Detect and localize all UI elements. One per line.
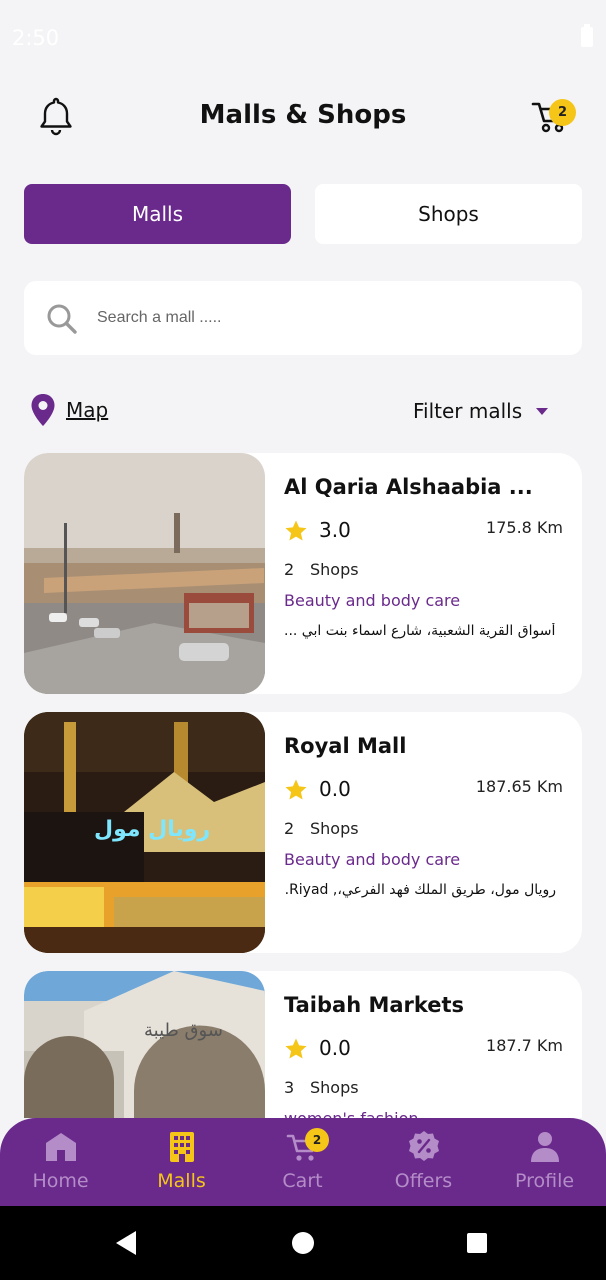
recent-apps-icon[interactable] bbox=[467, 1233, 487, 1253]
mall-rating: 0.0 bbox=[319, 1036, 351, 1060]
nav-offers[interactable]: Offers bbox=[363, 1118, 484, 1206]
mall-card[interactable]: رويال مول Royal Mall 0.0 187.65 Km 2 Sho… bbox=[24, 712, 582, 953]
mall-rating: 0.0 bbox=[319, 777, 351, 801]
shops-label: Shops bbox=[310, 1078, 359, 1097]
star-icon bbox=[285, 520, 307, 541]
discount-badge-icon bbox=[409, 1131, 439, 1161]
app-header: Malls & Shops bbox=[0, 90, 606, 146]
filter-label: Filter malls bbox=[413, 399, 523, 423]
cart-count-badge: 2 bbox=[549, 99, 576, 126]
mall-address: أسواق القرية الشعبية، شارع اسماء بنت ابي… bbox=[284, 623, 556, 639]
map-link[interactable]: Map bbox=[30, 393, 108, 427]
system-nav-bar bbox=[0, 1206, 606, 1280]
mall-distance: 187.7 Km bbox=[486, 1036, 563, 1055]
mall-address: رويال مول، طريق الملك فهد الفرعي،, Riyad… bbox=[284, 882, 556, 898]
bottom-nav: Home Malls 2 Cart Offers Profile bbox=[0, 1118, 606, 1206]
star-icon bbox=[285, 1038, 307, 1059]
mall-category: Beauty and body care bbox=[284, 591, 461, 610]
mall-card[interactable]: Al Qaria Alshaabia ... 3.0 175.8 Km 2 Sh… bbox=[24, 453, 582, 694]
shop-count: 2 bbox=[284, 819, 295, 838]
cart-badge: 2 bbox=[305, 1128, 329, 1152]
star-icon bbox=[285, 779, 307, 800]
page-title: Malls & Shops bbox=[199, 100, 407, 130]
shops-label: Shops bbox=[310, 560, 359, 579]
nav-home[interactable]: Home bbox=[0, 1118, 121, 1206]
back-icon[interactable] bbox=[116, 1231, 136, 1255]
search-icon bbox=[47, 304, 77, 334]
home-button-icon[interactable] bbox=[292, 1232, 314, 1254]
nav-offers-label: Offers bbox=[394, 1170, 453, 1192]
mall-image bbox=[24, 453, 265, 694]
shop-count: 3 bbox=[284, 1078, 295, 1097]
shop-count: 2 bbox=[284, 560, 295, 579]
mall-card[interactable]: سوق طيبة Taibah Markets 0.0 187.7 Km 3 S… bbox=[24, 971, 582, 1118]
mall-image: رويال مول bbox=[24, 712, 265, 953]
tab-shops[interactable]: Shops bbox=[315, 184, 582, 244]
nav-cart-label: Cart bbox=[282, 1170, 323, 1192]
mall-category: Beauty and body care bbox=[284, 850, 461, 869]
svg-text:رويال مول: رويال مول bbox=[94, 817, 210, 842]
mall-rating: 3.0 bbox=[319, 518, 351, 542]
svg-text:سوق طيبة: سوق طيبة bbox=[144, 1020, 223, 1041]
nav-cart[interactable]: 2 Cart bbox=[242, 1118, 363, 1206]
tab-malls[interactable]: Malls bbox=[24, 184, 291, 244]
mall-distance: 175.8 Km bbox=[486, 518, 563, 537]
mall-image: سوق طيبة bbox=[24, 971, 265, 1118]
mall-name: Royal Mall bbox=[284, 734, 407, 758]
nav-malls[interactable]: Malls bbox=[121, 1118, 242, 1206]
map-pin-icon bbox=[31, 394, 55, 426]
mall-category: women's fashion bbox=[284, 1109, 419, 1118]
nav-malls-label: Malls bbox=[157, 1170, 206, 1192]
mall-list: Al Qaria Alshaabia ... 3.0 175.8 Km 2 Sh… bbox=[24, 453, 582, 1118]
home-icon bbox=[46, 1133, 76, 1161]
shops-label: Shops bbox=[310, 819, 359, 838]
status-time: 2:50 bbox=[12, 26, 60, 50]
mall-name: Taibah Markets bbox=[284, 993, 465, 1017]
nav-profile-label: Profile bbox=[514, 1170, 575, 1192]
mall-distance: 187.65 Km bbox=[475, 777, 563, 796]
search-input[interactable] bbox=[97, 301, 537, 335]
caret-down-icon bbox=[536, 407, 549, 415]
mall-name: Al Qaria Alshaabia ... bbox=[284, 475, 533, 499]
status-bar: 2:50 bbox=[0, 0, 606, 76]
search-bar bbox=[24, 281, 582, 355]
filter-malls-dropdown[interactable]: Filter malls bbox=[413, 396, 549, 426]
map-label: Map bbox=[66, 398, 109, 422]
nav-profile[interactable]: Profile bbox=[484, 1118, 605, 1206]
person-icon bbox=[531, 1132, 559, 1162]
battery-icon bbox=[581, 24, 593, 47]
building-icon bbox=[170, 1132, 194, 1162]
nav-home-label: Home bbox=[32, 1170, 89, 1192]
